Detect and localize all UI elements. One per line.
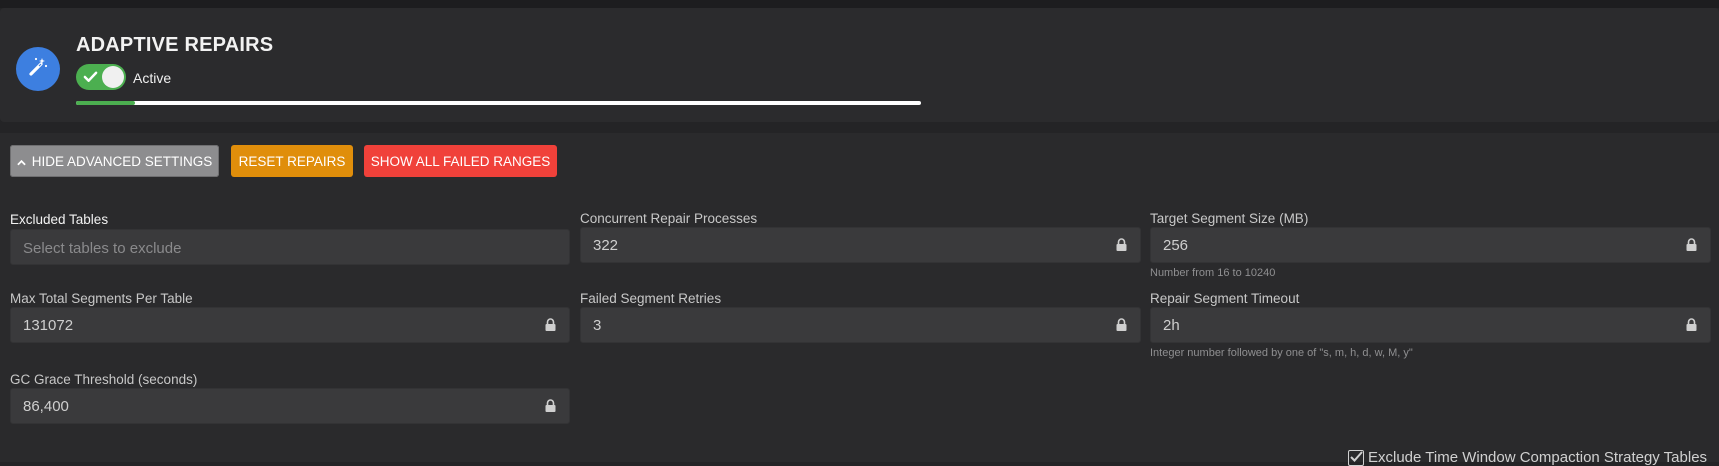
gc-grace-label: GC Grace Threshold (seconds) (10, 372, 198, 387)
progress-fill (76, 101, 136, 105)
repair-timeout-hint: Integer number followed by one of "s, m,… (1150, 347, 1413, 359)
excluded-tables-label: Excluded Tables (10, 212, 109, 227)
status-label: Active (133, 70, 172, 86)
concurrent-processes-label: Concurrent Repair Processes (580, 211, 758, 226)
lock-icon (1686, 238, 1697, 256)
hide-advanced-settings-button[interactable]: HIDE ADVANCED SETTINGS (10, 145, 219, 177)
top-strip (0, 0, 1719, 8)
failed-retries-label: Failed Segment Retries (580, 291, 722, 306)
lock-icon (1116, 318, 1127, 336)
concurrent-processes-field[interactable]: 322 (580, 227, 1141, 263)
reset-repairs-label: RESET REPAIRS (238, 153, 346, 169)
target-segment-size-hint: Number from 16 to 10240 (1150, 267, 1276, 279)
page-title: ADAPTIVE REPAIRS (76, 34, 274, 56)
max-total-segments-value: 131072 (23, 317, 74, 334)
show-failed-ranges-button[interactable]: SHOW ALL FAILED RANGES (364, 145, 557, 177)
repair-timeout-field[interactable]: 2h (1150, 307, 1711, 343)
concurrent-processes-value: 322 (593, 237, 619, 254)
repair-timeout-value: 2h (1163, 317, 1180, 334)
repair-timeout-label: Repair Segment Timeout (1150, 291, 1300, 306)
check-icon (83, 69, 98, 89)
magic-wand-icon (26, 55, 50, 84)
excluded-tables-select[interactable]: Select tables to exclude (10, 229, 570, 265)
exclude-twcs-checkbox[interactable] (1348, 449, 1364, 466)
exclude-twcs-label: Exclude Time Window Compaction Strategy … (1368, 449, 1708, 466)
logo (16, 47, 60, 91)
max-total-segments-label: Max Total Segments Per Table (10, 291, 193, 306)
hide-advanced-label: HIDE ADVANCED SETTINGS (31, 153, 213, 169)
lock-icon (1116, 238, 1127, 256)
progress-bar (76, 101, 921, 105)
excluded-tables-placeholder: Select tables to exclude (23, 240, 182, 257)
gc-grace-value: 86,400 (23, 398, 69, 415)
chevron-up-icon (16, 154, 26, 169)
lock-icon (545, 318, 556, 336)
gc-grace-field[interactable]: 86,400 (10, 388, 570, 424)
active-toggle[interactable] (76, 64, 126, 90)
target-segment-size-label: Target Segment Size (MB) (1150, 211, 1309, 226)
lock-icon (1686, 318, 1697, 336)
target-segment-size-value: 256 (1163, 237, 1189, 254)
failed-retries-field[interactable]: 3 (580, 307, 1141, 343)
exclude-twcs-option[interactable]: Exclude Time Window Compaction Strategy … (1348, 449, 1707, 466)
reset-repairs-button[interactable]: RESET REPAIRS (231, 145, 353, 177)
header-card: ADAPTIVE REPAIRS Active (0, 8, 1719, 122)
lock-icon (545, 399, 556, 417)
max-total-segments-field[interactable]: 131072 (10, 307, 570, 343)
target-segment-size-field[interactable]: 256 (1150, 227, 1711, 263)
toggle-knob (102, 66, 124, 88)
show-failed-label: SHOW ALL FAILED RANGES (370, 153, 551, 169)
failed-retries-value: 3 (593, 317, 602, 334)
